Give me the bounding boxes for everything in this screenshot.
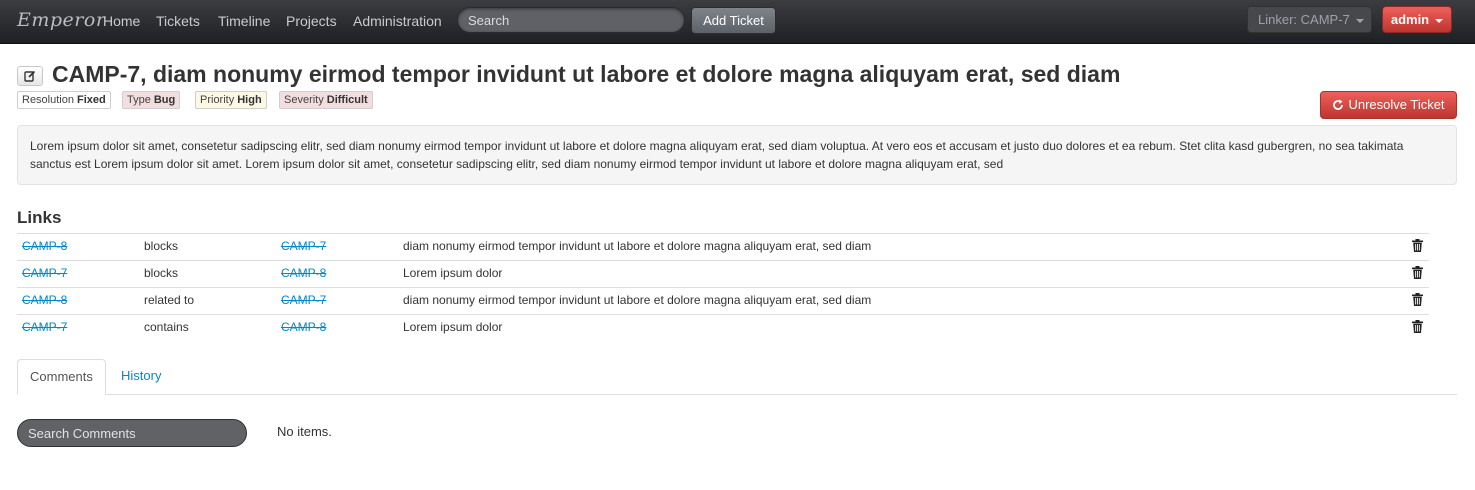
- type-tag: Type Bug: [122, 91, 181, 109]
- link-target[interactable]: CAMP-7: [281, 239, 326, 253]
- caret-down-icon: [1355, 18, 1364, 23]
- linker-label: Linker: CAMP-7: [1258, 12, 1350, 27]
- nav-home[interactable]: Home: [103, 13, 140, 29]
- tag-value: Fixed: [76, 94, 106, 106]
- link-row: CAMP-8 blocks CAMP-7 diam nonumy eirmod tem…: [17, 233, 1429, 260]
- tag-value: Difficult: [326, 94, 368, 106]
- link-source[interactable]: CAMP-7: [22, 320, 67, 334]
- trash-icon[interactable]: [1412, 320, 1423, 333]
- link-summary: Lorem ipsum dolor: [403, 266, 503, 280]
- nav-projects[interactable]: Projects: [286, 13, 337, 29]
- brand-logo[interactable]: Emperor: [17, 9, 105, 31]
- link-target[interactable]: CAMP-8: [281, 320, 326, 334]
- link-row: CAMP-8 related to CAMP-7 diam nonumy eirmod…: [17, 287, 1429, 314]
- edit-ticket-button[interactable]: [17, 66, 43, 86]
- link-row: CAMP-7 contains CAMP-8 Lorem ipsum dolor: [17, 314, 1429, 341]
- unresolve-label: Unresolve Ticket: [1348, 97, 1445, 112]
- link-summary: diam nonumy eirmod tempor invidunt ut la…: [403, 293, 872, 307]
- link-source[interactable]: CAMP-8: [22, 293, 67, 307]
- severity-tag: Severity Difficult: [279, 91, 373, 109]
- user-name: admin: [1390, 12, 1430, 27]
- tag-label: Resolution: [22, 94, 74, 106]
- link-summary: diam nonumy eirmod tempor invidunt ut la…: [403, 239, 872, 253]
- link-summary: Lorem ipsum dolor: [403, 320, 503, 334]
- links-heading: Links: [17, 208, 62, 227]
- link-source[interactable]: CAMP-8: [22, 239, 67, 253]
- tag-value: High: [237, 94, 262, 106]
- tag-value: Bug: [153, 94, 176, 106]
- trash-icon[interactable]: [1412, 293, 1423, 306]
- link-source[interactable]: CAMP-7: [22, 266, 67, 280]
- link-target[interactable]: CAMP-8: [281, 266, 326, 280]
- user-menu-button[interactable]: admin: [1382, 6, 1452, 33]
- nav-tickets[interactable]: Tickets: [156, 13, 200, 29]
- comments-empty-text: No items.: [277, 424, 332, 439]
- tag-label: Priority: [200, 94, 235, 106]
- link-relation: related to: [144, 293, 195, 307]
- tab-comments[interactable]: Comments: [17, 359, 106, 395]
- link-relation: blocks: [144, 266, 179, 280]
- trash-icon[interactable]: [1412, 266, 1423, 279]
- caret-down-icon: [1435, 18, 1444, 23]
- tag-label: Type: [127, 94, 151, 106]
- link-relation: blocks: [144, 239, 179, 253]
- link-row: CAMP-7 blocks CAMP-8 Lorem ipsum dolor: [17, 260, 1429, 287]
- priority-tag: Priority High: [195, 91, 267, 109]
- add-ticket-button[interactable]: Add Ticket: [691, 7, 776, 34]
- refresh-icon: [1333, 99, 1344, 110]
- ticket-description: Lorem ipsum dolor sit amet, consetetur s…: [17, 125, 1457, 185]
- link-relation: contains: [144, 320, 189, 334]
- unresolve-ticket-button[interactable]: Unresolve Ticket: [1320, 91, 1457, 119]
- search-input[interactable]: [457, 7, 685, 33]
- search-comments-input[interactable]: [17, 419, 247, 447]
- link-target[interactable]: CAMP-7: [281, 293, 326, 307]
- tag-label: Severity: [284, 94, 324, 106]
- edit-icon: [24, 70, 36, 82]
- trash-icon[interactable]: [1412, 239, 1423, 252]
- resolution-tag: Resolution Fixed: [17, 91, 111, 109]
- tab-history[interactable]: History: [109, 359, 173, 395]
- tabs-divider: [17, 394, 1457, 395]
- nav-administration[interactable]: Administration: [353, 13, 442, 29]
- nav-timeline[interactable]: Timeline: [218, 13, 270, 29]
- ticket-title: CAMP-7, diam nonumy eirmod tempor invidu…: [52, 61, 1121, 87]
- top-navbar: Emperor Home Tickets Timeline Projects A…: [0, 0, 1475, 44]
- linker-dropdown[interactable]: Linker: CAMP-7: [1247, 6, 1372, 33]
